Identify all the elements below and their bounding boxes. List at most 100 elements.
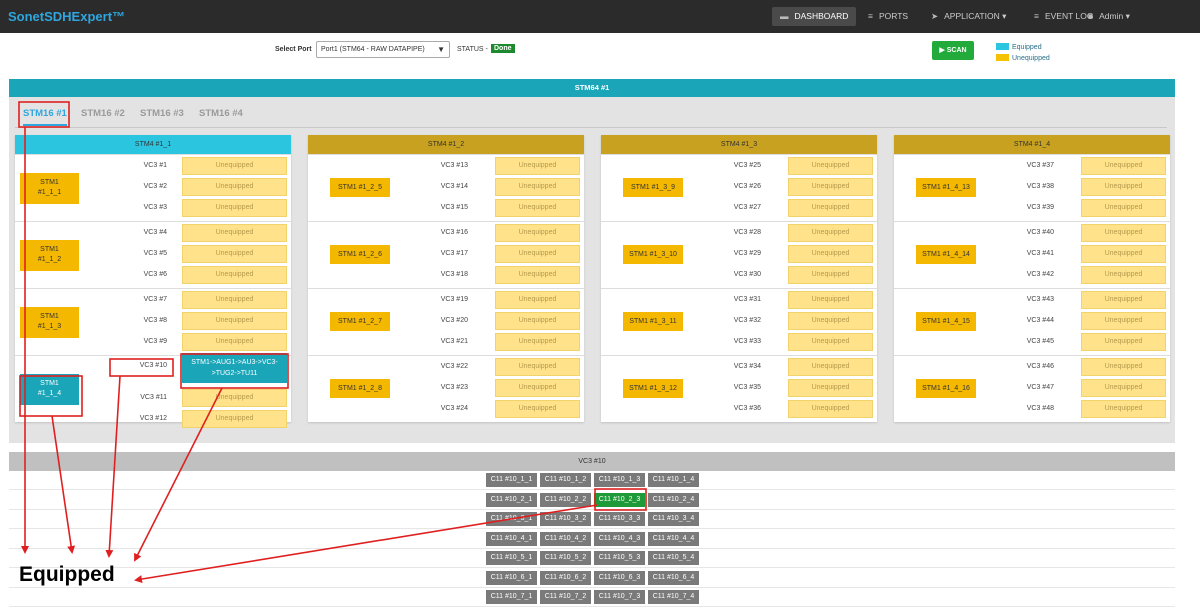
vc3-status-unequipped[interactable]: Unequipped xyxy=(1081,199,1166,217)
vc3-status-unequipped[interactable]: Unequipped xyxy=(495,266,580,284)
vc3-status-unequipped[interactable]: Unequipped xyxy=(788,291,873,309)
c11-cell[interactable]: C11 #10_1_4 xyxy=(648,473,699,487)
c11-cell[interactable]: C11 #10_2_2 xyxy=(540,492,591,507)
vc3-status-equipped[interactable]: STM1->AUG1->AU3->VC3->TUG2->TU11 xyxy=(182,353,287,383)
vc3-status-unequipped[interactable]: Unequipped xyxy=(788,379,873,397)
vc3-status-unequipped[interactable]: Unequipped xyxy=(1081,333,1166,351)
vc3-status-unequipped[interactable]: Unequipped xyxy=(182,266,287,284)
vc3-status-unequipped[interactable]: Unequipped xyxy=(1081,224,1166,242)
vc3-status-unequipped[interactable]: Unequipped xyxy=(182,199,287,217)
vc3-status-unequipped[interactable]: Unequipped xyxy=(788,358,873,376)
port-select[interactable]: Port1 (STM64 - RAW DATAPIPE) ▼ xyxy=(316,41,450,58)
stm1-button[interactable]: STM1 #1_1_1 xyxy=(20,173,79,204)
c11-cell[interactable]: C11 #10_6_2 xyxy=(540,570,591,585)
vc3-status-unequipped[interactable]: Unequipped xyxy=(1081,245,1166,263)
vc3-status-unequipped[interactable]: Unequipped xyxy=(495,245,580,263)
vc3-status-unequipped[interactable]: Unequipped xyxy=(182,410,287,428)
vc3-status-unequipped[interactable]: Unequipped xyxy=(1081,312,1166,330)
c11-cell[interactable]: C11 #10_4_3 xyxy=(594,531,645,546)
stm1-button[interactable]: STM1 #1_4_14 xyxy=(916,245,976,264)
stm1-button[interactable]: STM1 #1_3_12 xyxy=(623,379,683,398)
c11-cell[interactable]: C11 #10_1_3 xyxy=(594,473,645,487)
vc3-status-unequipped[interactable]: Unequipped xyxy=(1081,400,1166,418)
vc3-status-unequipped[interactable]: Unequipped xyxy=(495,157,580,175)
stm1-button[interactable]: STM1 #1_3_10 xyxy=(623,245,683,264)
c11-cell[interactable]: C11 #10_3_3 xyxy=(594,512,645,526)
vc3-status-unequipped[interactable]: Unequipped xyxy=(182,291,287,309)
c11-cell[interactable]: C11 #10_6_3 xyxy=(594,570,645,585)
vc3-status-unequipped[interactable]: Unequipped xyxy=(182,333,287,351)
vc3-status-unequipped[interactable]: Unequipped xyxy=(1081,178,1166,196)
scan-button[interactable]: ▶ SCAN xyxy=(932,41,974,60)
vc3-status-unequipped[interactable]: Unequipped xyxy=(495,199,580,217)
c11-cell[interactable]: C11 #10_7_4 xyxy=(648,590,699,604)
vc3-status-unequipped[interactable]: Unequipped xyxy=(182,245,287,263)
tab-stm16-4[interactable]: STM16 #4 xyxy=(199,108,243,119)
vc3-status-unequipped[interactable]: Unequipped xyxy=(788,333,873,351)
c11-cell[interactable]: C11 #10_1_2 xyxy=(540,473,591,487)
vc3-status-unequipped[interactable]: Unequipped xyxy=(495,224,580,242)
stm1-button[interactable]: STM1 #1_1_3 xyxy=(20,307,79,338)
stm1-button[interactable]: STM1 #1_3_11 xyxy=(623,312,683,331)
vc3-status-unequipped[interactable]: Unequipped xyxy=(495,333,580,351)
stm1-button[interactable]: STM1 #1_2_7 xyxy=(330,312,390,331)
c11-cell[interactable]: C11 #10_4_1 xyxy=(486,531,537,546)
vc3-status-unequipped[interactable]: Unequipped xyxy=(788,199,873,217)
c11-cell[interactable]: C11 #10_5_2 xyxy=(540,551,591,565)
nav-admin[interactable]: ■ Admin ▾ xyxy=(1080,7,1138,26)
stm1-button[interactable]: STM1 #1_4_15 xyxy=(916,312,976,331)
app-brand[interactable]: SonetSDHExpert™ xyxy=(8,9,125,24)
c11-cell[interactable]: C11 #10_2_1 xyxy=(486,492,537,507)
vc3-status-unequipped[interactable]: Unequipped xyxy=(788,312,873,330)
stm1-button[interactable]: STM1 #1_4_16 xyxy=(916,379,976,398)
c11-cell[interactable]: C11 #10_3_1 xyxy=(486,512,537,526)
c11-cell[interactable]: C11 #10_5_1 xyxy=(486,551,537,565)
vc3-status-unequipped[interactable]: Unequipped xyxy=(182,312,287,330)
vc3-status-unequipped[interactable]: Unequipped xyxy=(1081,157,1166,175)
c11-cell[interactable]: C11 #10_3_4 xyxy=(648,512,699,526)
vc3-status-unequipped[interactable]: Unequipped xyxy=(788,266,873,284)
vc3-status-unequipped[interactable]: Unequipped xyxy=(182,389,287,407)
vc3-status-unequipped[interactable]: Unequipped xyxy=(788,400,873,418)
vc3-status-unequipped[interactable]: Unequipped xyxy=(1081,291,1166,309)
stm1-button[interactable]: STM1 #1_1_4 xyxy=(20,374,79,405)
stm1-button[interactable]: STM1 #1_4_13 xyxy=(916,178,976,197)
c11-cell[interactable]: C11 #10_6_4 xyxy=(648,570,699,585)
c11-cell[interactable]: C11 #10_4_4 xyxy=(648,531,699,546)
stm1-button[interactable]: STM1 #1_3_9 xyxy=(623,178,683,197)
vc3-status-unequipped[interactable]: Unequipped xyxy=(788,224,873,242)
stm1-button[interactable]: STM1 #1_2_5 xyxy=(330,178,390,197)
tab-stm16-3[interactable]: STM16 #3 xyxy=(140,108,184,119)
tab-stm16-2[interactable]: STM16 #2 xyxy=(81,108,125,119)
vc3-status-unequipped[interactable]: Unequipped xyxy=(495,358,580,376)
stm1-button[interactable]: STM1 #1_1_2 xyxy=(20,240,79,271)
tab-stm16-1[interactable]: STM16 #1 xyxy=(23,108,67,126)
c11-cell[interactable]: C11 #10_1_1 xyxy=(486,473,537,487)
vc3-status-unequipped[interactable]: Unequipped xyxy=(788,178,873,196)
vc3-status-unequipped[interactable]: Unequipped xyxy=(495,312,580,330)
c11-cell[interactable]: C11 #10_2_3 xyxy=(594,492,645,507)
c11-cell[interactable]: C11 #10_7_2 xyxy=(540,590,591,604)
vc3-status-unequipped[interactable]: Unequipped xyxy=(495,178,580,196)
vc3-status-unequipped[interactable]: Unequipped xyxy=(1081,358,1166,376)
c11-cell[interactable]: C11 #10_4_2 xyxy=(540,531,591,546)
vc3-status-unequipped[interactable]: Unequipped xyxy=(788,245,873,263)
nav-ports[interactable]: ≡ PORTS xyxy=(860,7,916,26)
vc3-status-unequipped[interactable]: Unequipped xyxy=(495,379,580,397)
stm1-button[interactable]: STM1 #1_2_6 xyxy=(330,245,390,264)
nav-dashboard[interactable]: ▬ DASHBOARD xyxy=(772,7,857,26)
vc3-status-unequipped[interactable]: Unequipped xyxy=(182,178,287,196)
c11-cell[interactable]: C11 #10_7_1 xyxy=(486,590,537,604)
vc3-status-unequipped[interactable]: Unequipped xyxy=(182,157,287,175)
c11-cell[interactable]: C11 #10_6_1 xyxy=(486,570,537,585)
vc3-status-unequipped[interactable]: Unequipped xyxy=(495,291,580,309)
c11-cell[interactable]: C11 #10_7_3 xyxy=(594,590,645,604)
vc3-status-unequipped[interactable]: Unequipped xyxy=(1081,266,1166,284)
nav-application[interactable]: ➤ APPLICATION ▾ xyxy=(923,7,1014,26)
c11-cell[interactable]: C11 #10_5_4 xyxy=(648,551,699,565)
vc3-status-unequipped[interactable]: Unequipped xyxy=(788,157,873,175)
c11-cell[interactable]: C11 #10_5_3 xyxy=(594,551,645,565)
vc3-status-unequipped[interactable]: Unequipped xyxy=(1081,379,1166,397)
vc3-status-unequipped[interactable]: Unequipped xyxy=(182,224,287,242)
vc3-status-unequipped[interactable]: Unequipped xyxy=(495,400,580,418)
